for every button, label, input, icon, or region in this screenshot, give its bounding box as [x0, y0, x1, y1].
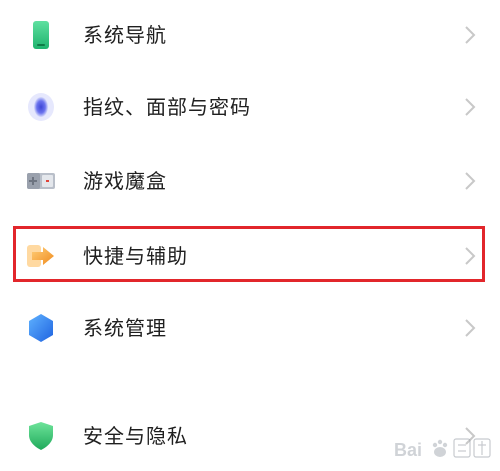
chevron-right-icon — [465, 247, 476, 265]
fingerprint-icon — [28, 93, 54, 121]
settings-page: 系统导航 指纹、面部与密码 游戏魔盒 快捷与辅助 系统管理 安全与隐私 Bai — [0, 0, 500, 471]
baidu-jingyan-watermark: Bai — [394, 438, 491, 460]
settings-item-system-navigation[interactable]: 系统导航 — [0, 5, 500, 65]
settings-item-shortcuts-accessibility[interactable]: 快捷与辅助 — [0, 226, 500, 286]
settings-item-label: 安全与隐私 — [83, 424, 188, 448]
chevron-right-icon — [465, 319, 476, 337]
chevron-right-icon — [465, 98, 476, 116]
settings-item-system-management[interactable]: 系统管理 — [0, 298, 500, 358]
svg-text:Bai: Bai — [394, 440, 422, 460]
phone-icon — [33, 21, 49, 49]
shortcut-arrow-icon — [27, 245, 54, 267]
shield-icon — [29, 422, 53, 450]
chevron-right-icon — [465, 172, 476, 190]
hexagon-icon — [29, 314, 53, 342]
game-box-icon — [27, 173, 55, 189]
settings-item-label: 系统导航 — [83, 23, 167, 47]
chevron-right-icon — [465, 26, 476, 44]
settings-item-label: 指纹、面部与密码 — [83, 95, 251, 119]
settings-item-label: 系统管理 — [83, 316, 167, 340]
settings-item-game-box[interactable]: 游戏魔盒 — [0, 151, 500, 211]
settings-item-fingerprint-face-password[interactable]: 指纹、面部与密码 — [0, 77, 500, 137]
settings-item-label: 游戏魔盒 — [83, 169, 167, 193]
settings-item-label: 快捷与辅助 — [83, 244, 188, 268]
